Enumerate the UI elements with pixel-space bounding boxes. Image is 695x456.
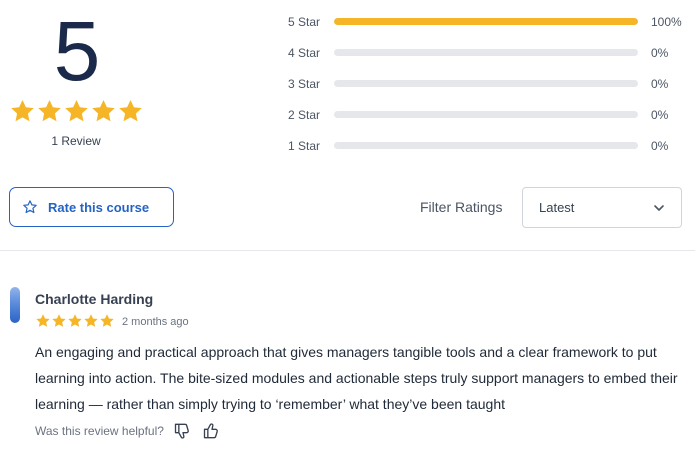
star-icon	[52, 314, 66, 327]
rating-row-5: 5 Star 100%	[288, 6, 688, 37]
rating-row-label: 4 Star	[288, 45, 321, 60]
chevron-down-icon	[654, 205, 664, 211]
rating-row-3: 3 Star 0%	[288, 68, 688, 99]
rating-row-percent: 0%	[651, 76, 669, 91]
thumbs-up-icon[interactable]	[202, 421, 222, 441]
rating-row-label: 5 Star	[288, 14, 321, 29]
rating-row-label: 1 Star	[288, 138, 321, 153]
rate-course-button[interactable]: Rate this course	[9, 187, 174, 227]
average-rating: 5	[53, 4, 101, 98]
section-divider	[0, 250, 695, 251]
course-ratings-page: 5 1 Review 5 Star 100% 4 Star 0% 3 Star …	[0, 0, 695, 456]
star-icon	[64, 100, 88, 122]
star-icon	[100, 314, 114, 327]
review-star-rating	[35, 313, 115, 329]
rating-bar-track	[334, 80, 638, 87]
rating-row-percent: 100%	[651, 14, 682, 29]
rating-bar-track	[334, 18, 638, 25]
star-outline-icon	[23, 200, 37, 214]
review-helpful: Was this review helpful?	[35, 421, 222, 441]
thumbs-down-icon[interactable]	[173, 421, 193, 441]
rating-row-label: 3 Star	[288, 76, 321, 91]
star-icon	[68, 314, 82, 327]
review-count: 1 Review	[51, 134, 101, 148]
rating-row-2: 2 Star 0%	[288, 99, 688, 130]
rating-bar-track	[334, 142, 638, 149]
review-date: 2 months ago	[122, 316, 189, 328]
review-text: An engaging and practical approach that …	[35, 344, 678, 412]
rating-breakdown: 5 Star 100% 4 Star 0% 3 Star 0% 2 Star 0…	[288, 6, 688, 161]
star-icon	[36, 314, 50, 327]
rating-bar-track	[334, 111, 638, 118]
filter-ratings-label: Filter Ratings	[420, 199, 503, 215]
rating-row-percent: 0%	[651, 107, 669, 122]
star-icon	[118, 100, 142, 122]
rating-row-4: 4 Star 0%	[288, 37, 688, 68]
avatar	[10, 287, 20, 323]
rating-bar-track	[334, 49, 638, 56]
average-star-rating	[9, 98, 144, 125]
rating-bar-fill	[334, 18, 638, 25]
rating-summary: 5 1 Review	[8, 6, 144, 148]
star-icon	[91, 100, 115, 122]
star-icon	[37, 100, 61, 122]
rate-course-label: Rate this course	[48, 199, 150, 215]
filter-ratings-select[interactable]: Latest	[522, 187, 682, 228]
star-icon	[84, 314, 98, 327]
filter-selected-value: Latest	[539, 200, 575, 215]
helpful-label: Was this review helpful?	[35, 424, 164, 438]
rating-row-label: 2 Star	[288, 107, 321, 122]
reviewer-name: Charlotte Harding	[35, 291, 154, 307]
rating-row-percent: 0%	[651, 45, 669, 60]
star-icon	[10, 100, 34, 122]
rating-row-1: 1 Star 0%	[288, 130, 688, 161]
rating-row-percent: 0%	[651, 138, 669, 153]
